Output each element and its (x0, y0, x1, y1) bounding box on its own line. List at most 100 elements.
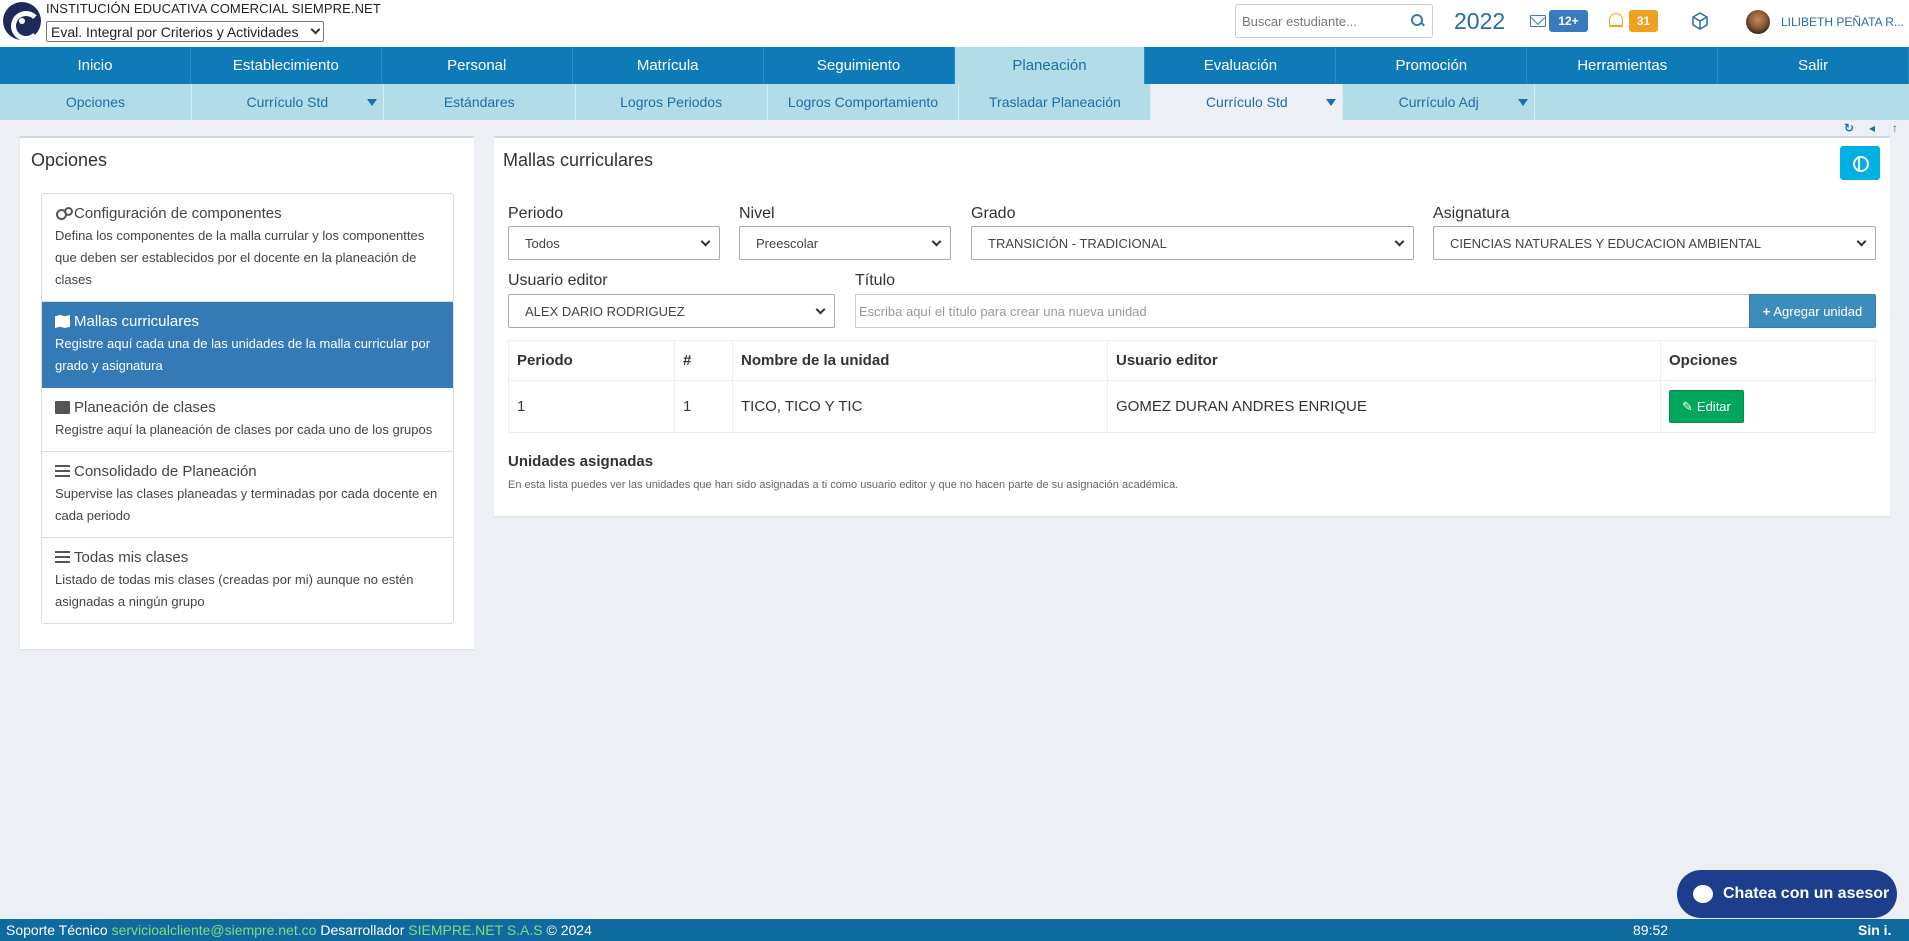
footer: Soporte Técnico servicioalcliente@siempr… (0, 919, 1909, 941)
titulo-input[interactable]: Escriba aquí el título para crear una nu… (855, 294, 1750, 328)
nav-item-matricula[interactable]: Matrícula (573, 47, 764, 84)
menu-item-mallas-curriculares[interactable]: Mallas curriculares Registre aquí cada u… (42, 302, 453, 388)
sub-nav: Opciones Currículo Std Estándares Logros… (0, 84, 1909, 120)
nav-item-inicio[interactable]: Inicio (0, 47, 191, 84)
menu-item-title: Mallas curriculares (74, 313, 200, 330)
asignatura-value: CIENCIAS NATURALES Y EDUCACION AMBIENTAL (1450, 235, 1762, 251)
titulo-label: Título (855, 272, 896, 289)
bell-icon[interactable] (1609, 13, 1623, 27)
add-unit-button[interactable]: + Agregar unidad (1749, 294, 1876, 328)
up-arrow-icon[interactable]: ↑ (1886, 120, 1904, 136)
col-periodo[interactable]: Periodo (508, 340, 675, 381)
cube-icon[interactable] (1690, 11, 1710, 31)
subnav-item-trasladar-planeacion[interactable]: Trasladar Planeación (959, 84, 1152, 120)
titulo-placeholder: Escriba aquí el título para crear una nu… (859, 303, 1147, 319)
chat-button[interactable]: Chatea con un asesor (1677, 870, 1897, 918)
caret-down-icon[interactable] (1326, 99, 1337, 106)
list-icon (55, 465, 70, 478)
nav-item-salir[interactable]: Salir (1718, 47, 1909, 84)
subnav-item-logros-comportamiento[interactable]: Logros Comportamiento (768, 84, 960, 120)
chevron-down-icon (1394, 236, 1405, 246)
nav-item-evaluacion[interactable]: Evaluación (1145, 47, 1337, 84)
chevron-down-icon (931, 236, 942, 246)
nav-item-promocion[interactable]: Promoción (1336, 47, 1528, 84)
developer-label: Desarrollador (320, 922, 405, 938)
mail-icon[interactable] (1530, 15, 1546, 27)
subnav-label: Logros Comportamiento (787, 94, 939, 110)
asignatura-select[interactable]: CIENCIAS NATURALES Y EDUCACION AMBIENTAL (1433, 226, 1876, 260)
nav-item-establecimiento[interactable]: Establecimiento (191, 47, 382, 84)
caret-down-icon[interactable] (366, 99, 377, 106)
mail-count-badge[interactable]: 12+ (1549, 10, 1588, 32)
subnav-item-opciones[interactable]: Opciones (0, 84, 192, 120)
avatar[interactable] (1746, 10, 1770, 34)
asignatura-label: Asignatura (1433, 205, 1510, 222)
edit-button[interactable]: ✎ Editar (1669, 390, 1744, 423)
menu-item-desc: Listado de todas mis clases (creadas por… (55, 572, 414, 609)
menu-item-title: Todas mis clases (74, 549, 189, 566)
table-header-row: Periodo # Nombre de la unidad Usuario ed… (508, 340, 1876, 381)
chat-bubble-icon (1693, 885, 1713, 903)
cell-editor: GOMEZ DURAN ANDRES ENRIQUE (1107, 380, 1661, 433)
subnav-label: Currículo Adj (1398, 94, 1479, 110)
map-icon (55, 315, 70, 328)
col-nombre[interactable]: Nombre de la unidad (732, 340, 1108, 381)
menu-item-consolidado-planeacion[interactable]: Consolidado de Planeación Supervise las … (42, 452, 453, 538)
nav-item-personal[interactable]: Personal (382, 47, 573, 84)
menu-item-desc: Supervise las clases planeadas y termina… (55, 486, 438, 523)
support-email-link[interactable]: servicioalcliente@siempre.net.co (112, 922, 317, 938)
institution-logo[interactable] (3, 2, 41, 40)
student-search-input[interactable]: Buscar estudiante... (1235, 4, 1433, 38)
col-num[interactable]: # (674, 340, 733, 381)
menu-item-desc: Registre aquí la planeación de clases po… (55, 422, 433, 437)
assigned-units-title: Unidades asignadas (508, 453, 654, 470)
school-year[interactable]: 2022 (1454, 8, 1505, 35)
nav-item-seguimiento[interactable]: Seguimiento (764, 47, 955, 84)
menu-item-title: Configuración de componentes (74, 205, 282, 222)
grado-select[interactable]: TRANSICIÓN - TRADICIONAL (971, 226, 1414, 260)
globe-button[interactable] (1840, 146, 1880, 180)
book-icon (55, 401, 70, 414)
subnav-item-logros-periodos[interactable]: Logros Periodos (576, 84, 768, 120)
periodo-select[interactable]: Todos (508, 226, 720, 260)
chat-label: Chatea con un asesor (1723, 885, 1890, 902)
evaluation-type-select[interactable]: Eval. Integral por Criterios y Actividad… (46, 21, 324, 42)
menu-item-configuracion-componentes[interactable]: Configuración de componentes Defina los … (42, 194, 453, 302)
refresh-icon[interactable]: ↻ (1840, 120, 1858, 136)
developer-link[interactable]: SIEMPRE.NET S.A.S (408, 922, 542, 938)
institution-name: INSTITUCIÓN EDUCATIVA COMERCIAL SIEMPRE.… (46, 1, 381, 16)
user-name[interactable]: LILIBETH PEÑATA R... (1781, 15, 1904, 29)
nivel-select[interactable]: Preescolar (739, 226, 951, 260)
options-menu: Configuración de componentes Defina los … (41, 193, 454, 624)
menu-item-planeacion-clases[interactable]: Planeación de clases Registre aquí la pl… (42, 388, 453, 452)
edit-icon: ✎ (1682, 398, 1693, 414)
subnav-item-curriculo-adj[interactable]: Currículo Adj (1343, 84, 1536, 120)
nav-item-planeacion[interactable]: Planeación (954, 47, 1146, 84)
col-editor[interactable]: Usuario editor (1107, 340, 1661, 381)
periodo-value: Todos (525, 235, 560, 251)
subnav-label: Trasladar Planeación (989, 94, 1121, 110)
periodo-label: Periodo (508, 205, 564, 222)
table-row: 1 1 TICO, TICO Y TIC GOMEZ DURAN ANDRES … (508, 380, 1876, 433)
menu-item-todas-mis-clases[interactable]: Todas mis clases Listado de todas mis cl… (42, 538, 453, 623)
search-icon[interactable] (1410, 13, 1426, 29)
back-icon[interactable]: ◂ (1863, 120, 1881, 136)
nav-item-herramientas[interactable]: Herramientas (1527, 47, 1719, 84)
cell-num: 1 (674, 380, 733, 433)
caret-down-icon[interactable] (1518, 99, 1529, 106)
subnav-label: Logros Periodos (620, 94, 723, 110)
menu-item-title: Planeación de clases (74, 399, 216, 416)
cell-nombre: TICO, TICO Y TIC (732, 380, 1108, 433)
chevron-down-icon (1856, 236, 1867, 246)
subnav-item-curriculo-std[interactable]: Currículo Std (192, 84, 384, 120)
options-panel: Opciones Configuración de componentes De… (20, 136, 474, 649)
usuario-editor-select[interactable]: ALEX DARIO RODRIGUEZ (508, 294, 835, 328)
cell-periodo: 1 (508, 380, 675, 433)
subnav-item-curriculo-std-active[interactable]: Currículo Std (1151, 84, 1344, 120)
usuario-editor-value: ALEX DARIO RODRIGUEZ (525, 303, 685, 319)
menu-item-desc: Defina los componentes de la malla curru… (55, 228, 425, 287)
mallas-panel: Mallas curriculares Periodo Todos Nivel … (494, 136, 1890, 516)
subnav-label: Currículo Std (1205, 94, 1288, 110)
subnav-item-estandares[interactable]: Estándares (384, 84, 576, 120)
notifications-count-badge[interactable]: 31 (1629, 10, 1658, 32)
